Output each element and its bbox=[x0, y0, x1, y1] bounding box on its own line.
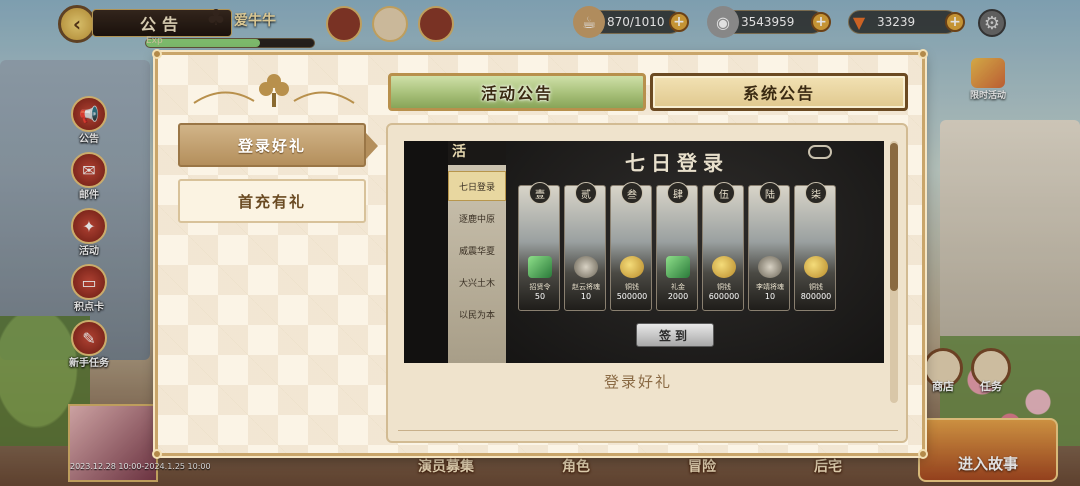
day-number: 叁 bbox=[621, 182, 643, 204]
reward-quantity: 500000 bbox=[616, 292, 648, 301]
content-scrollbar[interactable] bbox=[890, 141, 898, 403]
reward-name: 铜钱 bbox=[717, 283, 731, 291]
reward-quantity: 800000 bbox=[800, 292, 832, 301]
day-card: 柒 铜钱 800000 bbox=[794, 182, 836, 311]
corner-ornament bbox=[918, 449, 928, 459]
day-number: 柒 bbox=[805, 182, 827, 204]
day-card: 叁 铜钱 500000 bbox=[610, 182, 652, 311]
reward-quantity: 10 bbox=[580, 292, 592, 301]
list-item-login-gift[interactable]: 登录好礼 bbox=[178, 123, 378, 167]
announcement-content: 活 七日登录 逐鹿中原 威震华夏 大兴土木 以民为本 七日登录 壹 招贤令 50… bbox=[386, 123, 908, 443]
day-card: 伍 铜钱 600000 bbox=[702, 182, 744, 311]
banner-menu-item: 以民为本 bbox=[458, 310, 495, 321]
day-card: 陆 李靖将魂 10 bbox=[748, 182, 790, 311]
announcement-modal: 活动公告 系统公告 登录好礼 首充有礼 活 七日登录 逐鹿中原 威震华夏 大兴土… bbox=[152, 49, 928, 459]
jade-token-icon bbox=[528, 256, 552, 278]
scrollbar-thumb[interactable] bbox=[890, 143, 898, 291]
banner-menu-title: 活 bbox=[448, 141, 506, 165]
banner-sign-in-button: 签到 bbox=[636, 323, 714, 347]
copper-coin-icon bbox=[620, 256, 644, 278]
content-title: 登录好礼 bbox=[603, 373, 672, 391]
tab-system-announcement[interactable]: 系统公告 bbox=[650, 73, 908, 111]
banner-title: 七日登录 bbox=[625, 151, 729, 175]
reward-name: 铜钱 bbox=[625, 283, 639, 291]
day-card: 壹 招贤令 50 bbox=[518, 182, 560, 311]
day-number: 陆 bbox=[759, 182, 781, 204]
day-number: 壹 bbox=[529, 182, 551, 204]
list-item-first-recharge[interactable]: 首充有礼 bbox=[178, 179, 366, 223]
reward-name: 李靖将魂 bbox=[756, 283, 784, 291]
corner-ornament bbox=[918, 49, 928, 59]
announcement-banner-image: 活 七日登录 逐鹿中原 威震华夏 大兴土木 以民为本 七日登录 壹 招贤令 50… bbox=[404, 141, 884, 363]
banner-menu-item: 大兴土木 bbox=[458, 278, 495, 289]
banner-menu-item: 逐鹿中原 bbox=[458, 214, 495, 225]
reward-quantity: 2000 bbox=[667, 292, 689, 301]
content-divider bbox=[398, 430, 898, 431]
reward-quantity: 10 bbox=[764, 292, 776, 301]
day-card: 贰 赵云将魂 10 bbox=[564, 182, 606, 311]
day-number: 肆 bbox=[667, 182, 689, 204]
copper-coin-icon bbox=[804, 256, 828, 278]
banner-menu-item: 威震华夏 bbox=[458, 246, 495, 257]
reward-name: 赵云将魂 bbox=[572, 283, 600, 291]
reward-name: 铜钱 bbox=[809, 283, 823, 291]
day-card: 肆 礼金 2000 bbox=[656, 182, 698, 311]
copper-coin-icon bbox=[712, 256, 736, 278]
banner-return-icon bbox=[808, 145, 832, 159]
gift-money-icon bbox=[666, 256, 690, 278]
corner-ornament bbox=[152, 49, 162, 59]
day-number: 贰 bbox=[575, 182, 597, 204]
day-number: 伍 bbox=[713, 182, 735, 204]
hero-soul-icon bbox=[758, 256, 782, 278]
hero-soul-icon bbox=[574, 256, 598, 278]
tab-activity-announcement[interactable]: 活动公告 bbox=[388, 73, 646, 111]
banner-left-strip bbox=[404, 141, 448, 363]
reward-quantity: 50 bbox=[534, 292, 546, 301]
reward-name: 招贤令 bbox=[529, 283, 551, 291]
reward-quantity: 600000 bbox=[708, 292, 740, 301]
corner-ornament bbox=[152, 449, 162, 459]
banner-menu-item: 七日登录 bbox=[448, 171, 506, 201]
reward-name: 礼金 bbox=[671, 283, 685, 291]
clover-ornament-icon bbox=[193, 74, 355, 107]
